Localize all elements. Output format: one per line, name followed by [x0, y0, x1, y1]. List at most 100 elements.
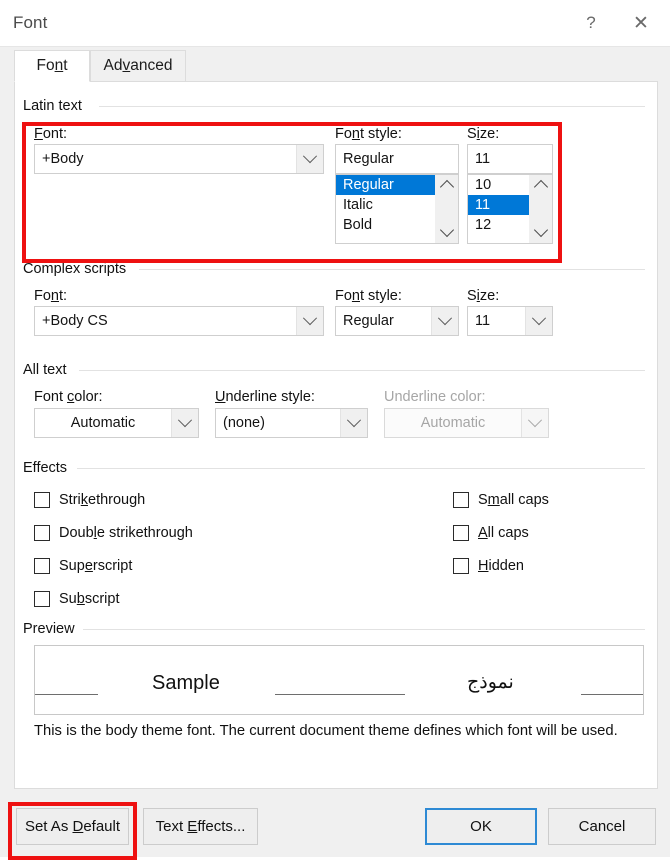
preview-rule-1	[35, 694, 98, 696]
tab-advanced-label: Advanced	[103, 57, 173, 74]
preview-rule-2	[275, 694, 405, 696]
set-as-default-label: Set As Default	[24, 818, 121, 835]
checkbox-double-strikethrough[interactable]: Double strikethrough	[34, 525, 193, 541]
latin-text-group-label: Latin text	[23, 98, 88, 114]
font-color-label: Font color:	[34, 389, 103, 405]
checkbox-strikethrough[interactable]: Strikethrough	[34, 492, 145, 508]
cancel-button[interactable]: Cancel	[548, 808, 656, 845]
latin-font-combobox[interactable]: +Body	[34, 144, 324, 174]
text-effects-button[interactable]: Text Effects...	[143, 808, 258, 845]
scroll-down-icon[interactable]	[533, 222, 548, 238]
chevron-down-icon[interactable]	[296, 145, 323, 173]
latin-font-value: +Body	[42, 151, 84, 167]
latin-font-style-input[interactable]: Regular	[335, 144, 459, 174]
complex-scripts-group-divider	[139, 269, 645, 270]
all-text-group-divider	[79, 370, 645, 371]
checkbox-label: Strikethrough	[59, 492, 146, 508]
complex-scripts-group-label: Complex scripts	[23, 261, 133, 277]
checkbox-box[interactable]	[453, 558, 469, 574]
chevron-down-icon	[521, 409, 548, 437]
list-item[interactable]: Regular	[336, 175, 435, 195]
cs-size-combobox[interactable]: 11	[467, 306, 553, 336]
latin-size-label: Size:	[467, 126, 500, 142]
latin-font-label: Font:	[34, 126, 68, 142]
font-color-value: Automatic	[70, 415, 136, 431]
cs-font-style-label: Font style:	[335, 288, 402, 304]
text-effects-label: Text Effects...	[155, 818, 246, 835]
checkbox-box[interactable]	[34, 492, 50, 508]
checkbox-small-caps[interactable]: Small caps	[453, 492, 549, 508]
latin-size-input[interactable]: 11	[467, 144, 553, 174]
checkbox-subscript[interactable]: Subscript	[34, 591, 119, 607]
cs-font-style-value: Regular	[343, 313, 394, 329]
checkbox-box[interactable]	[34, 558, 50, 574]
cs-size-label: Size:	[467, 288, 500, 304]
chevron-down-icon[interactable]	[171, 409, 198, 437]
preview-sample-arabic: نموذج	[467, 672, 514, 693]
preview-group-label: Preview	[23, 621, 81, 637]
cs-font-combobox[interactable]: +Body CS	[34, 306, 324, 336]
cancel-label: Cancel	[578, 818, 626, 835]
font-tab-panel: Latin text Font: +Body Font style: Regul…	[14, 81, 658, 789]
checkbox-superscript[interactable]: Superscript	[34, 558, 132, 574]
chevron-down-icon[interactable]	[431, 307, 458, 335]
effects-group-divider	[77, 468, 645, 469]
latin-text-group-divider	[99, 106, 645, 107]
list-item[interactable]: 12	[468, 215, 529, 235]
tab-font[interactable]: Font	[14, 50, 90, 82]
chevron-down-icon[interactable]	[340, 409, 367, 437]
scroll-up-icon[interactable]	[533, 179, 548, 195]
list-item[interactable]: Bold	[336, 215, 435, 235]
checkbox-box[interactable]	[34, 525, 50, 541]
scroll-down-icon[interactable]	[439, 222, 454, 238]
close-icon[interactable]: ✕	[618, 0, 664, 46]
latin-font-style-scrollbar[interactable]	[435, 175, 458, 243]
checkbox-label: Subscript	[59, 591, 120, 607]
preview-group-divider	[83, 629, 645, 630]
latin-font-style-label: Font style:	[335, 126, 402, 142]
font-color-combobox[interactable]: Automatic	[34, 408, 199, 438]
chevron-down-icon[interactable]	[525, 307, 552, 335]
underline-color-combobox: Automatic	[384, 408, 549, 438]
tab-font-label: Font	[36, 57, 68, 74]
latin-size-options: 10 11 12	[468, 175, 529, 243]
latin-font-style-listbox[interactable]: Regular Italic Bold	[335, 174, 459, 244]
underline-style-value: (none)	[223, 415, 265, 431]
cs-size-value: 11	[475, 313, 491, 329]
all-text-group-label: All text	[23, 362, 73, 378]
underline-style-combobox[interactable]: (none)	[215, 408, 368, 438]
tab-strip: Font Advanced	[14, 50, 658, 82]
cs-font-label: Font:	[34, 288, 68, 304]
checkbox-box[interactable]	[453, 492, 469, 508]
scroll-up-icon[interactable]	[439, 179, 454, 195]
checkbox-all-caps[interactable]: All caps	[453, 525, 529, 541]
list-item[interactable]: 11	[468, 195, 529, 215]
preview-rule-3	[581, 694, 643, 696]
list-item[interactable]: Italic	[336, 195, 435, 215]
checkbox-box[interactable]	[453, 525, 469, 541]
cs-font-value: +Body CS	[42, 313, 108, 329]
underline-style-label: Underline style:	[215, 389, 315, 405]
checkbox-label: Double strikethrough	[59, 525, 193, 541]
latin-size-listbox[interactable]: 10 11 12	[467, 174, 553, 244]
preview-note: This is the body theme font. The current…	[34, 723, 618, 739]
help-icon[interactable]: ?	[568, 0, 614, 46]
checkbox-label: Superscript	[59, 558, 133, 574]
ok-label: OK	[470, 818, 492, 835]
latin-font-style-options: Regular Italic Bold	[336, 175, 435, 243]
list-item[interactable]: 10	[468, 175, 529, 195]
checkbox-box[interactable]	[34, 591, 50, 607]
ok-button[interactable]: OK	[425, 808, 537, 845]
preview-sample-latin: Sample	[152, 672, 220, 694]
checkbox-label: Hidden	[478, 558, 524, 574]
font-dialog: Font ? ✕ Font Advanced Latin text Font: …	[0, 0, 670, 860]
underline-color-value: Automatic	[420, 415, 486, 431]
checkbox-hidden[interactable]: Hidden	[453, 558, 524, 574]
latin-size-scrollbar[interactable]	[529, 175, 552, 243]
cs-font-style-combobox[interactable]: Regular	[335, 306, 459, 336]
checkbox-label: All caps	[478, 525, 529, 541]
tab-advanced[interactable]: Advanced	[90, 50, 186, 82]
chevron-down-icon[interactable]	[296, 307, 323, 335]
set-as-default-button[interactable]: Set As Default	[16, 808, 129, 845]
effects-group-label: Effects	[23, 460, 74, 476]
